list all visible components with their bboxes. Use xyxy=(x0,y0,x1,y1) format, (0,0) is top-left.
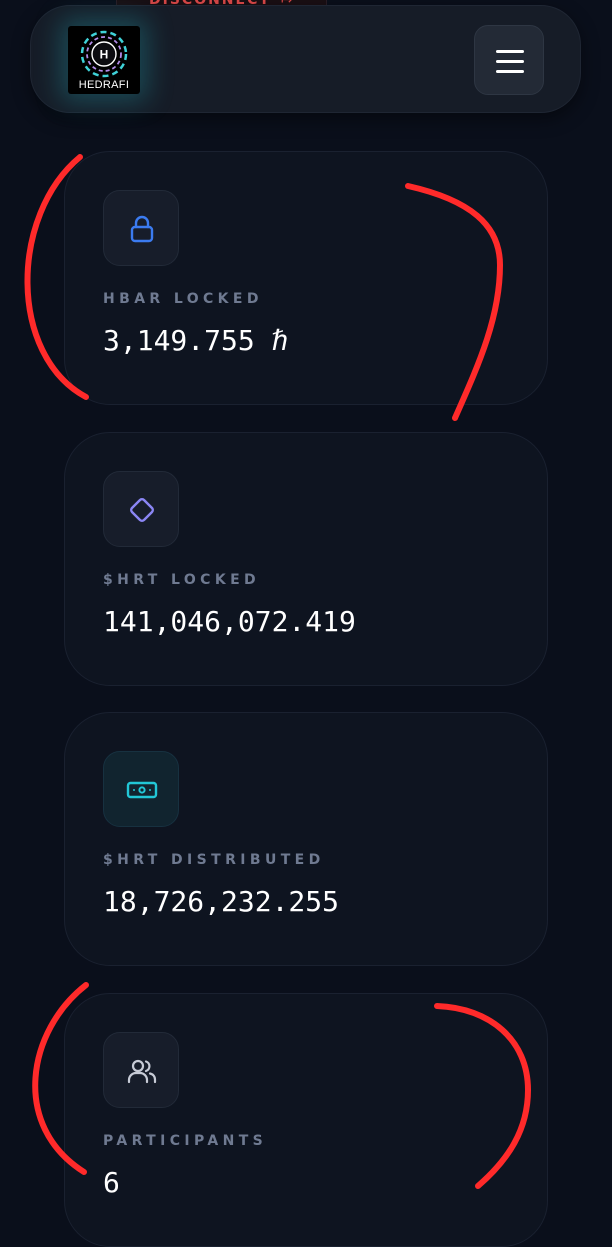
annotation-mark xyxy=(24,154,89,400)
annotation-mark xyxy=(405,183,504,421)
annotation-mark xyxy=(32,982,89,1175)
annotation-mark xyxy=(434,1003,532,1189)
annotation-overlay xyxy=(24,154,532,1189)
